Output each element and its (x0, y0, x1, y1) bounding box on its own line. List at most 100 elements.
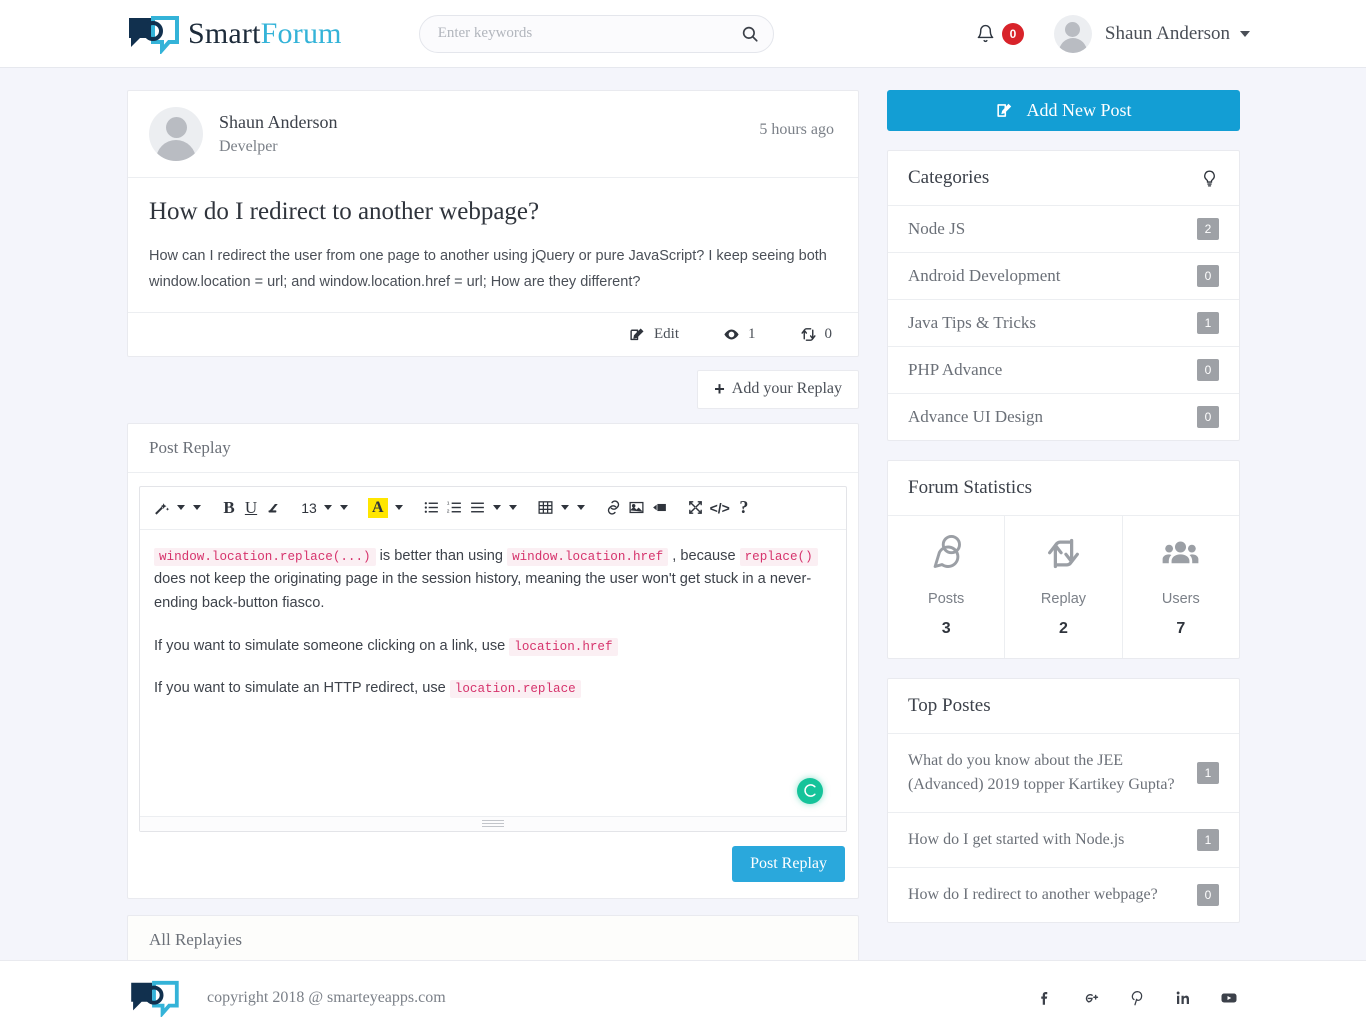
rich-text-editor[interactable]: B U 13 A 1 2 </> ? window.location.repla… (139, 485, 847, 832)
insert-video-icon[interactable] (648, 496, 671, 520)
category-label: Advance UI Design (908, 407, 1044, 426)
unordered-list-icon[interactable] (420, 496, 443, 520)
category-label: Node JS (908, 219, 966, 238)
stat-users: Users 7 (1123, 516, 1239, 658)
linkedin-icon[interactable] (1174, 989, 1192, 1007)
retweet-icon (1048, 538, 1079, 569)
text-color-caret[interactable] (394, 505, 403, 511)
editor-paragraph-1: window.location.replace(...) is better t… (154, 545, 832, 616)
bold-button[interactable]: B (218, 496, 240, 520)
chat-bubbles-logo-icon (127, 14, 179, 55)
category-count-badge: 1 (1197, 312, 1219, 334)
lightbulb-icon[interactable] (1200, 169, 1219, 188)
category-count-badge: 0 (1197, 406, 1219, 428)
font-size-value[interactable]: 13 (298, 496, 320, 520)
category-count-badge: 0 (1197, 265, 1219, 287)
clear-formatting-icon[interactable] (262, 496, 285, 520)
inline-code: window.location.href (507, 547, 669, 566)
category-count-badge: 2 (1197, 218, 1219, 240)
editor-text: If you want to simulate an HTTP redirect… (154, 680, 450, 697)
paragraph-style-caret[interactable] (193, 505, 201, 511)
categories-list: Node JS 2 Android Development 0 Java Tip… (888, 206, 1239, 440)
search-icon[interactable] (741, 25, 759, 43)
footer-socials (1036, 989, 1238, 1007)
editor-content[interactable]: window.location.replace(...) is better t… (140, 530, 846, 816)
font-family-caret[interactable] (340, 505, 348, 511)
grammarly-badge-icon[interactable] (797, 777, 823, 804)
svg-text:2: 2 (446, 509, 449, 515)
post-replay-panel-header: Post Replay (128, 424, 858, 473)
insert-image-icon[interactable] (625, 496, 648, 520)
facebook-icon[interactable] (1036, 989, 1054, 1007)
add-your-replay-button[interactable]: + Add your Replay (697, 369, 859, 409)
post-timestamp: 5 hours ago (759, 121, 834, 138)
fullscreen-icon[interactable] (684, 496, 707, 520)
editor-resize-handle[interactable] (140, 815, 846, 831)
more-caret[interactable] (576, 505, 585, 511)
post-replay-submit-button[interactable]: Post Replay (732, 845, 845, 882)
avatar-head (1065, 21, 1081, 37)
top-poste-row[interactable]: How do I get started with Node.js 1 (888, 813, 1239, 868)
site-header: SmartForum 0 Shaun Anderson (0, 0, 1366, 68)
post-body: How do I redirect to another webpage? Ho… (128, 178, 858, 312)
align-caret[interactable] (492, 505, 501, 511)
category-row[interactable]: Java Tips & Tricks 1 (888, 300, 1239, 347)
page-title: How do I redirect to another webpage? (149, 198, 540, 225)
replies-counter[interactable]: 0 (800, 326, 832, 343)
avatar[interactable] (1053, 14, 1092, 53)
categories-panel: Categories Node JS 2 Android Development… (887, 150, 1240, 441)
category-label: Android Development (908, 266, 1061, 285)
add-new-post-button[interactable]: Add New Post (887, 90, 1240, 131)
table-caret[interactable] (560, 505, 569, 511)
ordered-list-icon[interactable]: 12 (443, 496, 466, 520)
editor-text: , because (668, 547, 740, 564)
all-replies-title: All Replayies (149, 929, 243, 949)
help-icon[interactable]: ? (733, 496, 755, 520)
stat-value: 7 (1176, 620, 1186, 637)
content-area: Shaun Anderson Develper 5 hours ago How … (0, 68, 1366, 965)
chevron-down-icon[interactable] (1240, 30, 1250, 37)
category-row[interactable]: PHP Advance 0 (888, 347, 1239, 394)
pinterest-icon[interactable] (1128, 989, 1146, 1007)
align-icon[interactable] (466, 496, 489, 520)
editor-text: does not keep the originating page in th… (154, 571, 812, 612)
brand[interactable]: SmartForum (127, 14, 342, 55)
table-icon[interactable] (534, 496, 557, 520)
youtube-icon[interactable] (1220, 989, 1238, 1007)
top-poste-label: How do I redirect to another webpage? (908, 886, 1158, 903)
category-row[interactable]: Advance UI Design 0 (888, 394, 1239, 440)
add-your-replay-label: Add your Replay (731, 380, 842, 398)
comments-icon (933, 535, 961, 568)
user-name[interactable]: Shaun Anderson (1105, 23, 1230, 45)
users-icon (1162, 541, 1199, 564)
bell-icon[interactable] (976, 24, 995, 43)
insert-link-icon[interactable] (602, 496, 625, 520)
post-author-avatar[interactable] (149, 107, 203, 161)
search-box[interactable] (418, 14, 774, 53)
top-poste-row[interactable]: How do I redirect to another webpage? 0 (888, 868, 1239, 922)
inline-code: replace() (739, 547, 818, 566)
edit-post-button[interactable]: Edit (629, 326, 679, 343)
category-row[interactable]: Android Development 0 (888, 253, 1239, 300)
top-poste-row[interactable]: What do you know about the JEE (Advanced… (888, 734, 1239, 813)
views-counter[interactable]: 1 (723, 326, 756, 343)
category-row[interactable]: Node JS 2 (888, 206, 1239, 253)
editor-actions: Post Replay (128, 832, 858, 898)
style-dropdown-caret[interactable] (177, 505, 185, 511)
line-height-caret[interactable] (508, 505, 517, 511)
text-color-button[interactable]: A (365, 496, 391, 520)
google-plus-icon[interactable] (1082, 989, 1100, 1007)
top-postes-header: Top Postes (888, 679, 1239, 734)
editor-toolbar: B U 13 A 1 2 </> ? (140, 487, 846, 530)
top-poste-label: How do I get started with Node.js (908, 831, 1125, 848)
style-magic-wand-icon[interactable] (150, 496, 173, 520)
underline-button[interactable]: U (240, 496, 262, 520)
code-view-icon[interactable]: </> (707, 496, 733, 520)
font-size-caret[interactable] (324, 505, 332, 511)
notifications[interactable]: 0 (976, 22, 1024, 45)
all-replies-header: All Replayies (128, 916, 858, 964)
search-input[interactable] (437, 25, 741, 42)
stat-label: Posts (928, 591, 965, 607)
plus-icon: + (714, 378, 725, 399)
post-author-name: Shaun Anderson (219, 112, 338, 133)
